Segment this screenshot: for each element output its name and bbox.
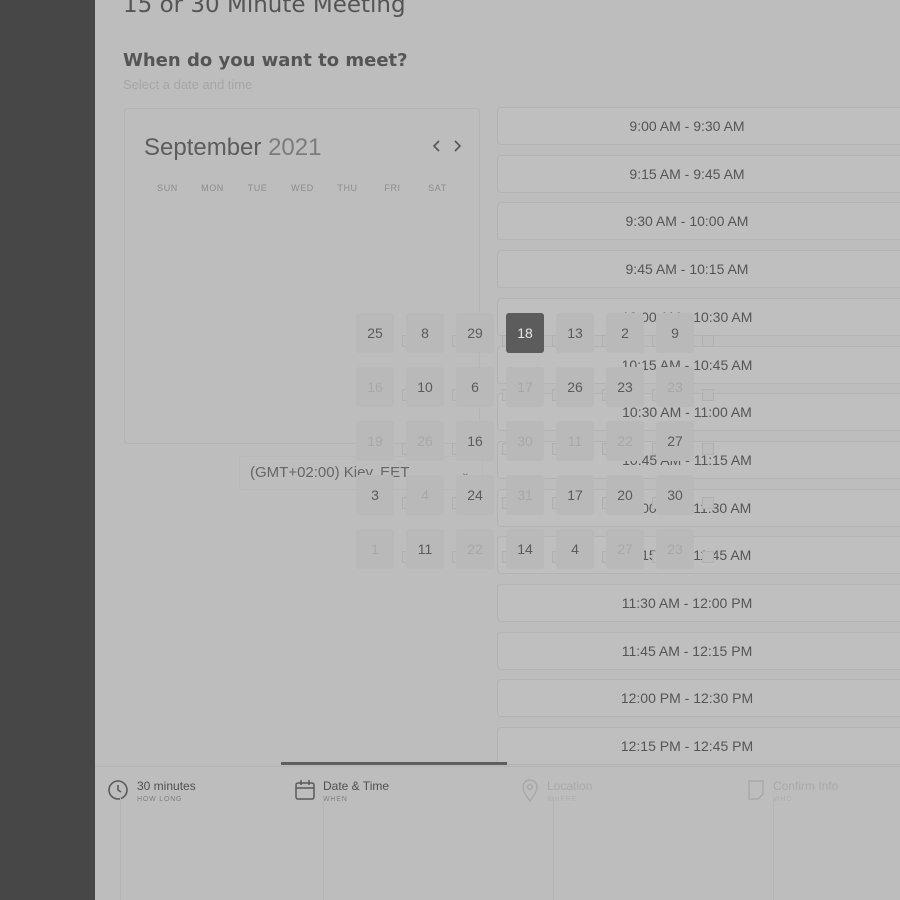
sidebar bbox=[0, 0, 95, 900]
step-label: Confirm Info bbox=[773, 779, 839, 793]
chevron-right-icon bbox=[454, 140, 462, 152]
calendar-day[interactable]: 19 bbox=[356, 421, 394, 461]
form-icon bbox=[748, 780, 764, 800]
calendar-month-year: September 2021 bbox=[144, 134, 321, 162]
calendar-day[interactable]: 30 bbox=[656, 475, 694, 515]
calendar-year: 2021 bbox=[268, 134, 322, 161]
weekday-tue: TUE bbox=[247, 183, 268, 193]
calendar-day[interactable]: 1 bbox=[356, 529, 394, 569]
section-subtitle: Select a date and time bbox=[123, 77, 253, 92]
calendar-day[interactable]: 22 bbox=[456, 529, 494, 569]
column-divider bbox=[120, 797, 121, 900]
calendar-day[interactable]: 27 bbox=[656, 421, 694, 461]
calendar-day[interactable]: 23 bbox=[656, 529, 694, 569]
calendar-day[interactable]: 20 bbox=[606, 475, 644, 515]
weekday-header: SUN MON TUE WED THU FRI SAT bbox=[145, 183, 460, 193]
column-divider bbox=[323, 797, 324, 900]
calendar-marker bbox=[702, 497, 714, 509]
calendar-day[interactable]: 23 bbox=[606, 367, 644, 407]
column-divider bbox=[553, 797, 554, 900]
weekday-thu: THU bbox=[337, 183, 358, 193]
main-panel: 15 or 30 Minute Meeting When do you want… bbox=[95, 0, 900, 900]
calendar-day[interactable]: 26 bbox=[556, 367, 594, 407]
calendar-icon bbox=[295, 780, 315, 800]
column-divider bbox=[773, 797, 774, 900]
time-slot-button[interactable]: 9:30 AM - 10:00 AM bbox=[497, 202, 900, 241]
calendar-month: September bbox=[144, 134, 262, 161]
calendar-day[interactable]: 17 bbox=[506, 367, 544, 407]
clock-icon bbox=[108, 780, 128, 800]
calendar-marker bbox=[702, 443, 714, 455]
calendar-marker bbox=[702, 335, 714, 347]
step-confirm-info[interactable]: Confirm Info WHO bbox=[747, 779, 838, 803]
calendar-day[interactable]: 16 bbox=[356, 367, 394, 407]
time-slot-button[interactable]: 11:30 AM - 12:00 PM bbox=[497, 584, 900, 622]
step-label: 30 minutes bbox=[137, 779, 196, 793]
calendar-marker bbox=[702, 389, 714, 401]
weekday-fri: FRI bbox=[384, 183, 401, 193]
calendar-day[interactable]: 26 bbox=[406, 421, 444, 461]
next-month-button[interactable] bbox=[448, 137, 466, 155]
location-pin-icon bbox=[522, 779, 538, 803]
calendar-day[interactable]: 30 bbox=[506, 421, 544, 461]
time-slot-button[interactable]: 9:45 AM - 10:15 AM bbox=[497, 250, 900, 289]
weekday-wed: WED bbox=[291, 183, 314, 193]
calendar-day[interactable]: 9 bbox=[656, 313, 694, 353]
weekday-sat: SAT bbox=[428, 183, 447, 193]
calendar-day[interactable]: 13 bbox=[556, 313, 594, 353]
calendar-marker bbox=[702, 551, 714, 563]
time-slot-button[interactable]: 12:15 PM - 12:45 PM bbox=[497, 727, 900, 766]
step-progress-bar bbox=[281, 762, 507, 765]
calendar-day[interactable]: 14 bbox=[506, 529, 544, 569]
step-sublabel: HOW LONG bbox=[137, 796, 183, 803]
calendar-day[interactable]: 23 bbox=[656, 367, 694, 407]
calendar-day[interactable]: 10 bbox=[406, 367, 444, 407]
time-slot-button[interactable]: 9:15 AM - 9:45 AM bbox=[497, 154, 900, 193]
time-slot-button[interactable]: 11:45 AM - 12:15 PM bbox=[497, 631, 900, 670]
calendar-day[interactable]: 4 bbox=[406, 475, 444, 515]
weekday-mon: MON bbox=[201, 183, 224, 193]
calendar-day[interactable]: 11 bbox=[556, 421, 594, 461]
calendar-day[interactable]: 27 bbox=[606, 529, 644, 569]
booking-steps: 30 minutes HOW LONG Date & Time WHEN Loc… bbox=[95, 766, 900, 900]
section-heading: When do you want to meet? bbox=[123, 50, 408, 71]
step-location[interactable]: Location WHERE bbox=[521, 779, 592, 803]
time-slot-button[interactable]: 12:00 PM - 12:30 PM bbox=[497, 679, 900, 718]
calendar-day[interactable]: 3 bbox=[356, 475, 394, 515]
step-label: Location bbox=[547, 779, 593, 793]
previous-month-button[interactable] bbox=[428, 137, 446, 155]
chevron-left-icon bbox=[432, 140, 440, 152]
step-label: Date & Time bbox=[323, 779, 390, 793]
calendar-day[interactable]: 17 bbox=[556, 475, 594, 515]
calendar-day[interactable]: 8 bbox=[406, 313, 444, 353]
calendar-day[interactable]: 29 bbox=[456, 313, 494, 353]
calendar-day[interactable]: 2 bbox=[606, 313, 644, 353]
calendar-day[interactable]: 6 bbox=[456, 367, 494, 407]
step-sublabel: WHEN bbox=[323, 796, 348, 803]
calendar-day-selected[interactable]: 18 bbox=[506, 313, 544, 353]
calendar-day[interactable]: 22 bbox=[606, 421, 644, 461]
calendar-day[interactable]: 25 bbox=[356, 313, 394, 353]
calendar-day[interactable]: 31 bbox=[506, 475, 544, 515]
calendar-day[interactable]: 24 bbox=[456, 475, 494, 515]
calendar-day[interactable]: 4 bbox=[556, 529, 594, 569]
page-title: 15 or 30 Minute Meeting bbox=[123, 0, 406, 18]
step-sublabel: WHO bbox=[773, 796, 793, 803]
step-date-time[interactable]: Date & Time WHEN bbox=[295, 779, 389, 803]
weekday-sun: SUN bbox=[157, 183, 178, 193]
calendar-day[interactable]: 16 bbox=[456, 421, 494, 461]
time-slot-button[interactable]: 9:00 AM - 9:30 AM bbox=[497, 107, 900, 145]
calendar-day[interactable]: 11 bbox=[406, 529, 444, 569]
